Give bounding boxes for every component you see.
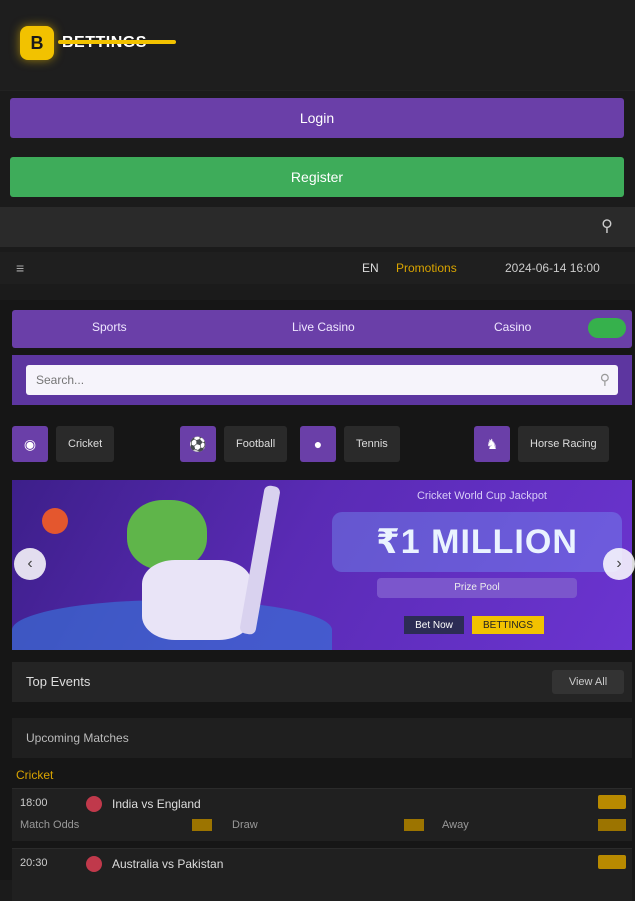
top-search-bar[interactable]: ⚲ [0,207,635,247]
category-tabs: Sports Live Casino Casino [12,310,632,348]
banner-subtitle: Prize Pool [377,578,577,598]
tennis-icon: ● [300,426,336,462]
search-input[interactable] [26,365,618,395]
planet-graphic [42,508,68,534]
view-all-button[interactable]: View All [552,670,624,694]
mascot-body-graphic [142,560,252,640]
market-label: Match Odds [20,819,80,831]
quick-link-label: Cricket [56,426,115,462]
quick-link-label: Horse Racing [518,426,609,462]
header: B BETTINGS [0,0,635,91]
quick-link-label: Football [224,426,288,462]
logo-icon: B [20,26,54,60]
match-teams: Australia vs Pakistan [112,857,224,871]
quick-link-football[interactable]: ⚽ Football [180,424,288,464]
odds-button[interactable] [404,819,424,831]
top-bar: ≡ EN Promotions 2024-06-14 16:00 [0,252,635,284]
flag-icon [86,856,102,872]
search-icon[interactable]: ⚲ [597,217,617,237]
odds-button[interactable] [598,855,626,869]
quick-link-label: Tennis [344,426,400,462]
tab-casino[interactable]: Casino [494,320,531,334]
market-away: Away [442,819,469,831]
clock: 2024-06-14 16:00 [505,261,600,275]
section-title: Upcoming Matches [26,731,129,745]
odds-button[interactable] [598,819,626,831]
quick-links: ◉ Cricket ⚽ Football ● Tennis ♞ Horse Ra… [12,420,632,468]
football-icon: ⚽ [180,426,216,462]
quick-link-cricket[interactable]: ◉ Cricket [12,424,115,464]
promo-banner[interactable]: Cricket World Cup Jackpot ₹1 MILLION Pri… [12,480,632,650]
match-row[interactable]: 20:30 Australia vs Pakistan [12,848,632,901]
tab-live-casino[interactable]: Live Casino [292,320,355,334]
upcoming-header: Upcoming Matches [12,718,632,758]
market-draw: Draw [232,819,258,831]
banner-prev-arrow-icon[interactable]: ‹ [14,548,46,580]
banner-big-title: ₹1 MILLION [332,512,622,572]
odds-button[interactable] [598,795,626,809]
language-selector[interactable]: EN [362,261,379,275]
cricket-icon: ◉ [12,426,48,462]
horse-icon: ♞ [474,426,510,462]
flag-icon [86,796,102,812]
banner-brand: BETTINGS [472,616,544,634]
match-teams: India vs England [112,797,201,811]
logo-underline [58,40,176,44]
top-events-header: Top Events View All [12,662,632,702]
match-time: 18:00 [20,797,48,809]
login-button[interactable]: Login [10,98,624,138]
quick-link-horse-racing[interactable]: ♞ Horse Racing [474,424,609,464]
category-label: Cricket [16,768,54,782]
search-icon[interactable]: ⚲ [600,371,610,388]
quick-link-tennis[interactable]: ● Tennis [300,424,400,464]
banner-next-arrow-icon[interactable]: › [603,548,635,580]
odds-button[interactable] [192,819,212,831]
match-time: 20:30 [20,857,48,869]
tab-sports[interactable]: Sports [92,320,127,334]
main-content: Sports Live Casino Casino ⚲ ◉ Cricket ⚽ … [0,300,635,901]
match-row[interactable]: 18:00 India vs England Match Odds Draw A… [12,788,632,841]
banner-cta-button[interactable]: Bet Now [404,616,464,634]
menu-icon[interactable]: ≡ [16,260,24,276]
banner-small-title: Cricket World Cup Jackpot [416,490,547,502]
search-box: ⚲ [12,355,632,405]
live-toggle[interactable] [588,318,626,338]
promotions-link[interactable]: Promotions [396,261,457,275]
register-button[interactable]: Register [10,157,624,197]
section-title: Top Events [26,674,91,689]
